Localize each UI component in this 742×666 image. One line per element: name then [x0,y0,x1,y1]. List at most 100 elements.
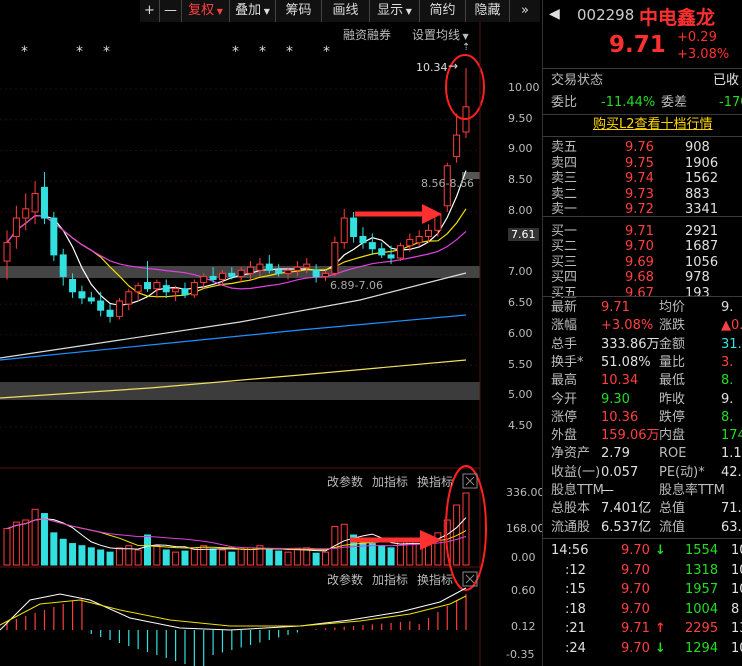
candle-body [406,239,414,247]
volume-bar [172,551,180,566]
volume-bar [359,540,367,566]
kline-chart[interactable] [0,0,540,666]
volume-bar [87,547,95,566]
volume-bar [200,545,208,566]
simple-button[interactable]: 简约 [420,0,466,22]
volume-bar [162,549,170,566]
zoom-in-button[interactable]: + [140,0,160,22]
tick-direction-icon: ↓ [655,640,666,656]
volume-bar [78,545,86,566]
stat-value: 6.537亿 [601,519,652,535]
candle-body [331,242,339,274]
tick-volume: 1318 [685,562,719,578]
volume-bar [12,521,20,566]
double-chevron-right-icon[interactable]: » [510,0,540,22]
volume-bar [97,549,105,566]
tick-row: :21 9.71 ↑ 2295 13 [543,620,742,638]
candle-body [396,245,404,259]
stat-label-2: 量比 [659,354,686,370]
stat-label: 流通股 [551,519,591,535]
adjust-button[interactable]: 复权 ▼ [182,0,230,22]
stat-label-2: 总值 [659,501,686,517]
stat-label-2: 昨收 [659,391,686,407]
commission-ratio-value: -11.44% [601,95,656,110]
stat-value-2: 63.47 [721,519,742,535]
stat-label-2: PE(动)* [659,464,705,480]
tick-volume: 1294 [685,640,719,656]
candle-body [387,254,395,259]
volume-bar [368,543,376,566]
candle-body [247,266,255,274]
price-tick: 4.50 [508,418,533,432]
candle-body [40,186,48,219]
margin-trading-link[interactable]: 融资融券 [343,26,391,43]
hide-button[interactable]: 隐藏 [466,0,510,22]
overlay-label: 叠加 [235,3,262,18]
stat-row: 股息TTM — 股息率TTM [543,482,742,500]
stat-value-2: 1.17 [721,446,742,462]
star-mark: * [76,44,83,60]
display-button[interactable]: 显示 ▼ [370,0,420,22]
stat-value: 9.30 [601,391,630,407]
candle-body [368,242,376,250]
tick-direction-icon: ↓ [655,543,666,558]
stat-row: 换手* 51.08% 量比 3. [543,354,742,372]
volume-bar [144,534,152,566]
tick-row: :15 9.70 1957 10 [543,581,742,599]
volume-bar [190,547,198,566]
chips-button[interactable]: 筹码 [276,0,322,22]
switch-indicator-button[interactable]: 换指标 [417,473,453,490]
candle-body [115,300,123,317]
high-price-label: 10.34 [416,61,448,74]
stat-row: 今开 9.30 昨收 9. [543,391,742,409]
price-tick: 10.00 [508,81,540,94]
stat-label: 收益(一) [551,464,601,480]
l2-link[interactable]: 购买L2查看十档行情 [593,116,713,134]
tick-count: 10 [731,543,742,558]
volume-bar [153,545,161,566]
macd-tick-mid: 0.12 [511,620,536,633]
candle-body [106,309,114,317]
candle-body [153,282,161,290]
stat-value-2: 174.80 [721,428,742,444]
tick-volume: 1957 [685,582,719,597]
stat-label: 最新 [551,300,578,315]
volume-bar [284,551,292,566]
tick-price: 9.70 [621,582,650,597]
candle-body [378,248,386,256]
change-params-button[interactable]: 改参数 [327,473,363,490]
stat-label: 总股本 [551,501,591,517]
dropdown-icon: ▼ [403,7,412,16]
candle-body [218,272,226,280]
vol-tick-bottom: 0.00 [511,551,536,564]
volume-bar [321,551,329,566]
candle-body [350,217,358,237]
set-ma-link[interactable]: 设置均线 ▼ [412,26,469,43]
change-params-button-2[interactable]: 改参数 [327,571,363,588]
tick-price: 9.70 [621,562,650,578]
switch-indicator-button-2[interactable]: 换指标 [417,571,453,588]
commission-diff-value: -170 [719,95,742,110]
candle-body [87,297,95,302]
candle-body [31,192,39,213]
tick-row: :12 9.70 1318 10 [543,562,742,580]
stat-value-2: 9. [721,391,734,407]
macd-tick-bottom: -0.35 [506,648,535,661]
stat-label: 换手* [551,354,584,370]
stat-label-2: 股息率TTM [659,483,725,498]
overlay-button[interactable]: 叠加 ▼ [230,0,276,22]
tick-time: :18 [565,601,586,617]
stat-label-2: 涨跌 [659,318,686,334]
candle-body [134,285,142,293]
volume-bar [275,550,283,566]
draw-line-button[interactable]: 画线 [322,0,370,22]
price-tick: 9.50 [508,111,533,125]
candle-body [359,235,367,244]
ma120-line [0,314,467,361]
zoom-out-button[interactable]: — [160,0,182,22]
add-indicator-button-2[interactable]: 加指标 [372,571,408,588]
candle-body [434,214,442,231]
add-indicator-button[interactable]: 加指标 [372,473,408,490]
collapse-arrow-icon[interactable]: ◀ [549,6,560,22]
signal-stars: * * * * * * * [0,44,340,60]
